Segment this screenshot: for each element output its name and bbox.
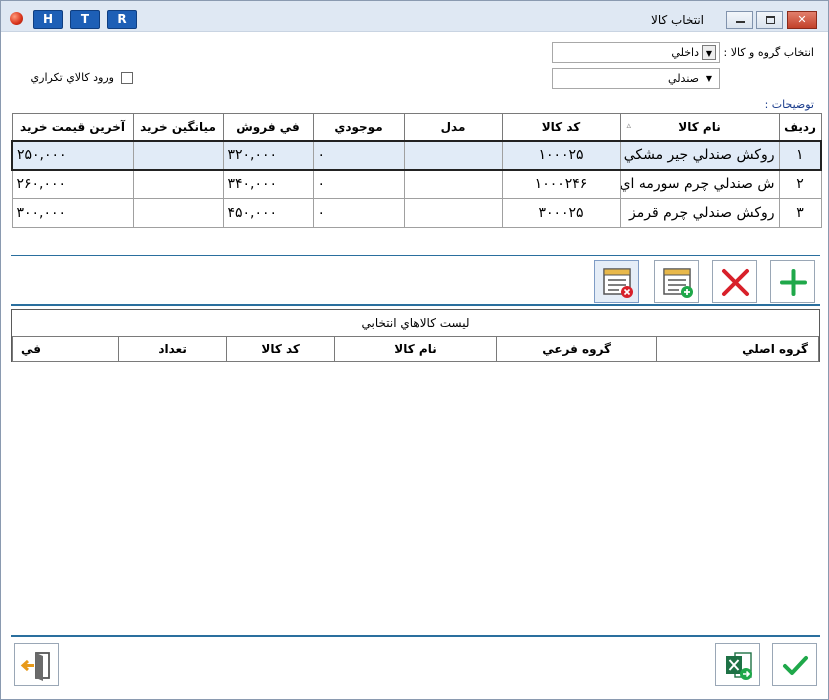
exit-button[interactable] xyxy=(14,643,59,686)
close-icon: ✕ xyxy=(797,13,807,26)
chevron-down-icon[interactable]: ▼ xyxy=(702,45,716,60)
cell-avg-buy xyxy=(132,139,224,171)
minimize-icon xyxy=(736,21,745,23)
cell-price: ۴۵۰,۰۰۰ xyxy=(222,198,314,228)
products-header-row: رديف نام كالا ▵ كد كالا مدل موجودي في فر… xyxy=(11,113,822,141)
group-label: انتخاب گروه و كالا : xyxy=(723,46,815,59)
add-icon xyxy=(780,269,807,296)
table-row[interactable]: ۲ ش صندلي چرم سورمه اي ۱۰۰۰۲۴۶ ۰ ۳۴۰,۰۰۰… xyxy=(11,169,822,199)
cell-avg-buy xyxy=(132,198,224,228)
cell-last-buy: ۲۵۰,۰۰۰ xyxy=(11,139,134,171)
grid-separator xyxy=(11,255,820,256)
selected-header-row: گروه اصلي گروه فرعي نام كالا كد كالا تعد… xyxy=(11,336,819,362)
selected-list-panel: ليست كالاهاي انتخابي گروه اصلي گروه فرعي… xyxy=(11,309,820,362)
col-header-name-label: نام كالا xyxy=(678,119,721,134)
group-combo[interactable]: داخلي ▼ xyxy=(552,42,720,63)
cell-stock: ۰ xyxy=(312,169,405,199)
group-combo-value: داخلي xyxy=(671,46,699,59)
app-orb-icon[interactable] xyxy=(10,12,23,25)
cell-price: ۳۴۰,۰۰۰ xyxy=(222,169,314,199)
add-button[interactable] xyxy=(770,260,815,303)
col-header-product-code[interactable]: كد كالا xyxy=(226,336,336,362)
maximize-icon xyxy=(766,16,775,24)
section-separator xyxy=(11,304,820,306)
col-header-code[interactable]: كد كالا xyxy=(501,113,621,141)
t-button[interactable]: T xyxy=(70,10,100,29)
notes-label: توضيحات : xyxy=(764,98,814,111)
table-row[interactable]: ۱ روكش صندلي جير مشكي ۱۰۰۰۲۵ ۰ ۳۲۰,۰۰۰ ۲… xyxy=(11,139,822,171)
cell-stock: ۰ xyxy=(312,198,405,228)
title-bar: H T R انتخاب كالا ✕ xyxy=(1,1,828,32)
cell-avg-buy xyxy=(132,169,224,199)
cell-model xyxy=(403,169,503,199)
col-header-last-buy[interactable]: آخرين قيمت خريد xyxy=(11,113,134,141)
window-title: انتخاب كالا xyxy=(650,13,704,27)
cell-model xyxy=(403,139,503,171)
col-header-stock[interactable]: موجودي xyxy=(312,113,405,141)
export-excel-button[interactable] xyxy=(715,643,760,686)
cell-code: ۳۰۰۰۲۵ xyxy=(501,198,621,228)
exit-icon xyxy=(20,652,50,681)
chevron-down-icon[interactable]: ▼ xyxy=(702,71,716,86)
col-header-product-name[interactable]: نام كالا xyxy=(334,336,497,362)
cell-name: ش صندلي چرم سورمه اي xyxy=(619,169,780,199)
col-header-main-group[interactable]: گروه اصلي xyxy=(656,336,819,362)
select-product-window: H T R انتخاب كالا ✕ انتخاب گروه و كالا :… xyxy=(0,0,829,700)
delete-button[interactable] xyxy=(712,260,757,303)
product-combo-value: صندلي xyxy=(668,72,699,85)
remove-all-button[interactable] xyxy=(594,260,639,303)
duplicate-checkbox[interactable] xyxy=(121,72,133,84)
products-table: رديف نام كالا ▵ كد كالا مدل موجودي في فر… xyxy=(11,113,822,228)
duplicate-label: ورود كالاي تكراري xyxy=(30,71,114,84)
excel-icon xyxy=(726,652,752,680)
selected-list-caption: ليست كالاهاي انتخابي xyxy=(361,316,470,330)
cell-stock: ۰ xyxy=(312,139,405,171)
cell-model xyxy=(403,198,503,228)
col-header-avg-buy[interactable]: ميانگين خريد xyxy=(132,113,224,141)
cell-name: روكش صندلي جير مشكي xyxy=(619,139,780,171)
maximize-button[interactable] xyxy=(756,11,783,29)
sort-asc-icon: ▵ xyxy=(626,121,632,131)
cell-name: روكش صندلي چرم قرمز xyxy=(619,198,780,228)
h-button[interactable]: H xyxy=(33,10,63,29)
r-button[interactable]: R xyxy=(107,10,137,29)
cell-row: ۱ xyxy=(778,139,822,171)
add-all-icon xyxy=(663,268,693,298)
table-row[interactable]: ۳ روكش صندلي چرم قرمز ۳۰۰۰۲۵ ۰ ۴۵۰,۰۰۰ ۳… xyxy=(11,198,822,228)
cell-code: ۱۰۰۰۲۴۶ xyxy=(501,169,621,199)
col-header-row[interactable]: رديف xyxy=(778,113,822,141)
close-button[interactable]: ✕ xyxy=(787,11,817,29)
cell-row: ۲ xyxy=(778,169,822,199)
delete-icon xyxy=(722,269,749,296)
selected-list-table: گروه اصلي گروه فرعي نام كالا كد كالا تعد… xyxy=(11,336,819,362)
checkmark-icon xyxy=(783,656,808,675)
confirm-button[interactable] xyxy=(772,643,817,686)
cell-price: ۳۲۰,۰۰۰ xyxy=(222,139,314,171)
footer-separator xyxy=(11,635,820,637)
col-header-quantity[interactable]: تعداد xyxy=(118,336,228,362)
add-all-button[interactable] xyxy=(654,260,699,303)
cell-last-buy: ۳۰۰,۰۰۰ xyxy=(11,198,134,228)
remove-all-icon xyxy=(603,268,633,298)
col-header-model[interactable]: مدل xyxy=(403,113,503,141)
cell-row: ۳ xyxy=(778,198,822,228)
col-header-name[interactable]: نام كالا ▵ xyxy=(619,113,780,141)
cell-last-buy: ۲۶۰,۰۰۰ xyxy=(11,169,134,199)
col-header-sub-group[interactable]: گروه فرعي xyxy=(495,336,658,362)
col-header-unit-price[interactable]: في xyxy=(11,336,120,362)
product-combo[interactable]: صندلي ▼ xyxy=(552,68,720,89)
col-header-price[interactable]: في فروش xyxy=(222,113,314,141)
minimize-button[interactable] xyxy=(726,11,753,29)
cell-code: ۱۰۰۰۲۵ xyxy=(501,139,621,171)
